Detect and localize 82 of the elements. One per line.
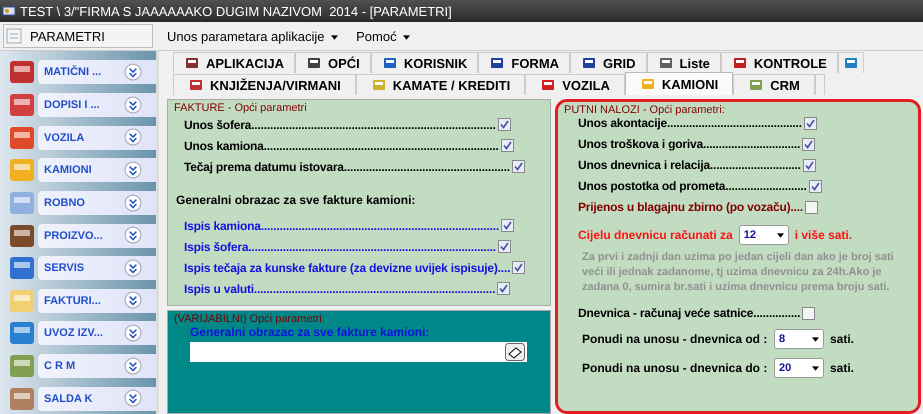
expand-chevron-icon[interactable] bbox=[124, 128, 142, 146]
option-label: Unos postotka od prometa.......................... bbox=[578, 179, 807, 193]
app-icon bbox=[2, 4, 16, 18]
checkbox[interactable] bbox=[498, 118, 511, 131]
menu-item[interactable]: Pomoć bbox=[352, 28, 414, 44]
tab[interactable] bbox=[838, 52, 864, 73]
module-button[interactable]: PARAMETRI bbox=[3, 24, 153, 48]
panel-title: FAKTURE - Opći parametri bbox=[174, 102, 307, 114]
option-label: Ispis šofera............................................................................... bbox=[184, 240, 496, 254]
option-label: Dnevnica - računaj veće satnice............... bbox=[578, 306, 800, 320]
hours-dropdown[interactable]: 20 bbox=[774, 358, 824, 378]
expand-chevron-icon[interactable] bbox=[124, 356, 142, 375]
tab[interactable]: KONTROLE bbox=[720, 52, 838, 73]
checkbox[interactable] bbox=[804, 116, 817, 130]
expand-chevron-icon[interactable] bbox=[124, 96, 142, 114]
option-label: Tečaj prema datumu istovara..................................................... bbox=[184, 160, 510, 174]
tab[interactable]: KORISNIK bbox=[370, 52, 478, 73]
checkbox[interactable] bbox=[512, 261, 526, 274]
checkbox[interactable] bbox=[802, 306, 816, 320]
unit-label: sati. bbox=[830, 361, 854, 375]
option-label: Prijenos u blagajnu zbirno (po vozaču).... bbox=[578, 200, 803, 214]
tab[interactable]: GRID bbox=[570, 52, 647, 73]
tab[interactable]: KAMATE / KREDITI bbox=[356, 74, 526, 95]
checkbox[interactable] bbox=[802, 158, 816, 172]
sidebar-item[interactable]: KAMIONI bbox=[38, 158, 156, 182]
sidebar-item[interactable]: FAKTURI... bbox=[38, 288, 156, 313]
panel-title: (VARIJABILNI) Opći parametri: bbox=[174, 313, 325, 325]
sidebar-item[interactable]: C R M bbox=[38, 354, 156, 378]
tab[interactable]: OPĆI bbox=[295, 52, 371, 73]
field-label: Generalni obrazac za sve fakture kamioni: bbox=[190, 325, 430, 339]
tab[interactable]: KAMIONI bbox=[624, 72, 734, 95]
option-label: Unos dnevnica i relacija............................. bbox=[578, 158, 801, 172]
sidebar-item[interactable]: PROIZVO... bbox=[38, 224, 156, 248]
tab[interactable]: FORMA bbox=[478, 52, 570, 73]
hours-dropdown[interactable]: 8 bbox=[774, 329, 824, 349]
unit-label: sati. bbox=[830, 332, 854, 346]
option-label: Cijelu dnevnicu računati za bbox=[578, 228, 733, 242]
window-title: TEST \ 3/"FIRMA S JAAAAAAKO DUGIM NAZIVOM 2014 - [PARAMETRI] bbox=[20, 4, 452, 18]
tab[interactable]: Liste bbox=[646, 52, 721, 73]
tab[interactable]: APLIKACIJA bbox=[173, 52, 296, 73]
checkbox[interactable] bbox=[500, 219, 514, 232]
sidebar-item[interactable]: ROBNO bbox=[38, 190, 156, 215]
sidebar-item[interactable]: DOPISI I ... bbox=[38, 92, 156, 117]
hours-dropdown[interactable]: 12 bbox=[738, 225, 789, 245]
tab[interactable]: CRM bbox=[733, 74, 815, 95]
expand-chevron-icon[interactable] bbox=[124, 226, 142, 244]
checkbox[interactable] bbox=[500, 139, 514, 152]
tab[interactable]: VOZILA bbox=[525, 74, 625, 95]
option-label: Unos kamiona........................................................................... bbox=[184, 138, 499, 152]
checkbox[interactable] bbox=[804, 200, 818, 214]
option-label: Ispis tečaja za kunske fakture (za devizne uvijek ispisuje).... bbox=[184, 260, 510, 274]
checkbox[interactable] bbox=[512, 160, 525, 173]
option-label: Ispis kamiona............................................................................ bbox=[184, 218, 499, 232]
menu-item[interactable]: Unos parametara aplikacije bbox=[163, 28, 342, 44]
option-label: Unos šofera.............................................................................. bbox=[184, 118, 496, 132]
caret-icon bbox=[331, 34, 338, 40]
section-heading: Generalni obrazac za sve fakture kamioni: bbox=[176, 193, 416, 209]
expand-chevron-icon[interactable] bbox=[124, 258, 142, 277]
caret-icon bbox=[812, 336, 819, 342]
caret-icon bbox=[812, 366, 819, 370]
checkbox[interactable] bbox=[497, 282, 510, 295]
caret-icon bbox=[403, 34, 410, 40]
option-label: Unos akontacije........................................... bbox=[578, 116, 802, 130]
checkbox[interactable] bbox=[498, 240, 511, 253]
input-field[interactable] bbox=[190, 342, 527, 362]
checkbox[interactable] bbox=[802, 138, 816, 150]
option-label: Unos troškova i goriva............................... bbox=[578, 137, 800, 151]
sidebar-item[interactable]: SALDA K bbox=[38, 386, 156, 411]
caret-icon bbox=[776, 232, 784, 238]
tab[interactable]: KNJIŽENJA/VIRMANI bbox=[173, 74, 356, 95]
panel-title: PUTNI NALOZI - Opći parametri: bbox=[564, 104, 725, 116]
sidebar-item[interactable]: MATIČNI ... bbox=[38, 60, 156, 84]
option-label: Ponudi na unosu - dnevnica do : bbox=[581, 361, 768, 375]
help-text: Za prvi i zadnji dan uzima po jedan cijeli dan ako je broj sati veći ili jednak zadanome, tj uzima dnevnicu za 24h.Ako je zadana 0, sumira br.sati i uzima dnevnicu prema broju sati. bbox=[581, 250, 895, 295]
unit-label: i više sati. bbox=[794, 228, 852, 242]
checkbox[interactable] bbox=[808, 180, 822, 192]
sidebar-item[interactable]: VOZILA bbox=[38, 126, 156, 150]
option-label: Ispis u valuti............................................................................. bbox=[184, 282, 496, 296]
sidebar-item[interactable]: UVOZ IZV... bbox=[38, 321, 156, 346]
option-label: Ponudi na unosu - dnevnica od : bbox=[581, 332, 768, 346]
expand-chevron-icon[interactable] bbox=[124, 324, 142, 342]
sidebar-item[interactable]: SERVIS bbox=[38, 256, 156, 280]
